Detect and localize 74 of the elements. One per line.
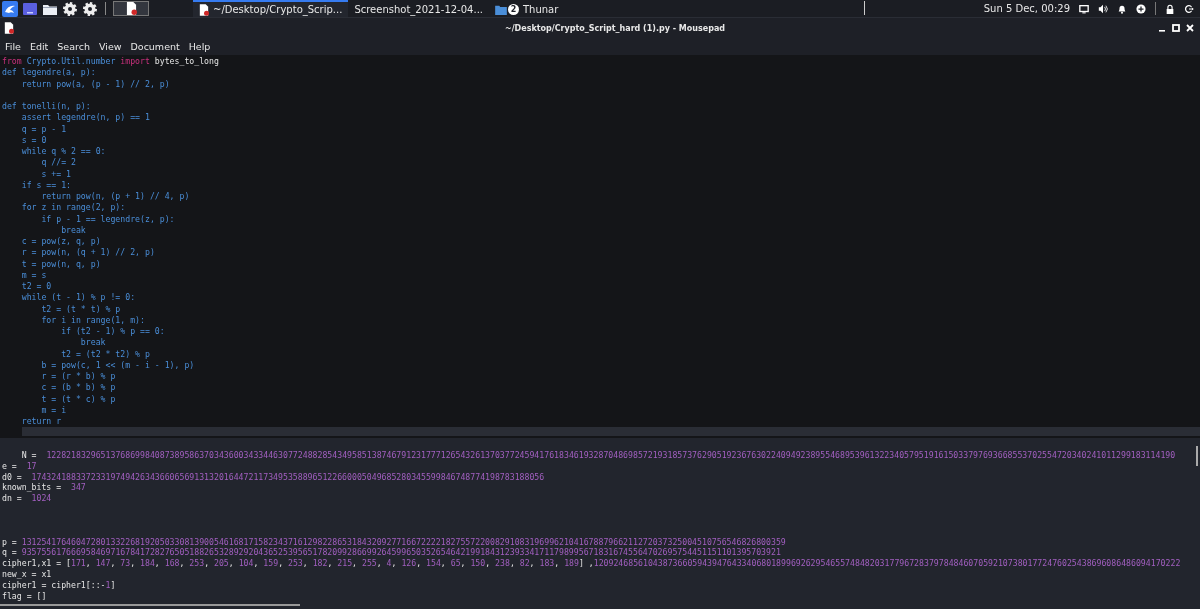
- code-line: c = (b * b) % p: [40, 382, 117, 394]
- code-line: def tonelli(n, p):: [1, 101, 92, 113]
- code-line: t2 = (t2 * t2) % p: [60, 348, 151, 360]
- menu-item[interactable]: Document: [130, 40, 180, 52]
- code-line: for z in range(2, p):: [20, 202, 127, 214]
- code-line: e = 17: [1, 460, 38, 472]
- code-line: def legendre(a, p):: [1, 67, 97, 79]
- bell-icon[interactable]: [1117, 3, 1127, 14]
- folder-icon: [495, 4, 507, 15]
- code-line: break: [60, 224, 87, 236]
- code-line: t = pow(n, q, p): [20, 258, 102, 270]
- display-icon[interactable]: [1079, 3, 1089, 14]
- menu-item[interactable]: File: [5, 40, 21, 52]
- code-line: r = pow(n, (q + 1) // 2, p): [20, 247, 156, 259]
- window-title: ~/Desktop/Crypto_Script_hard (1).py - Mousepad: [504, 23, 726, 33]
- code-line: return r: [20, 416, 63, 428]
- code-line: q = p - 1: [20, 123, 68, 135]
- code-line: cipher1 = cipher1[::-1]: [1, 579, 117, 591]
- code-line: if p - 1 == legendre(z, p):: [40, 213, 176, 225]
- document-icon: [4, 22, 14, 34]
- code-line: return pow(n, (p + 1) // 4, p): [40, 191, 191, 203]
- desktop-icon[interactable]: [22, 0, 38, 17]
- code-line: m = i: [40, 404, 68, 416]
- document-icon: [125, 2, 137, 15]
- code-line: if s == 1:: [20, 179, 72, 191]
- code-line: for i in range(1, m):: [40, 314, 146, 326]
- logout-icon[interactable]: [1184, 3, 1194, 14]
- code-line: from Crypto.Util.number import bytes_to_long: [1, 56, 220, 68]
- taskbar-item[interactable]: ~/Desktop/Crypto_Scrip...: [193, 0, 349, 17]
- count-badge: 2: [508, 4, 519, 15]
- code-line: break: [79, 337, 107, 349]
- code-line: cipher1,x1 = [171, 147, 73, 184, 168, 253, 205, 104, 159, 253, 182, 215, 255, 4, 126, 154, 65, 150, 238, 82, 183, 189] ,12092468561043873660594394764334068018996926295465574848203177967283797848460705921073801772476025438696086486094170222: [1, 558, 1182, 570]
- close-icon[interactable]: [1186, 24, 1194, 32]
- code-line: b = pow(c, 1 << (m - i - 1), p): [40, 359, 196, 371]
- code-line: new_x = x1: [1, 569, 53, 580]
- code-line: while q % 2 == 0:: [20, 146, 107, 158]
- code-line: t2 = (t * t) % p: [40, 303, 122, 315]
- code-line: s = 0: [20, 134, 48, 146]
- dragon-icon[interactable]: [2, 0, 18, 17]
- code-line: m = s: [20, 269, 48, 281]
- code-line: d0 = 17432418833723319749426343660656913132016447211734953588965122660005049685280345599846748774198783188056: [1, 471, 546, 483]
- speaker-icon[interactable]: [1098, 3, 1108, 14]
- code-line: t2 = 0: [20, 281, 53, 293]
- code-line: p = 13125417646047280133226819205033081390054616817158234371612982286531843209277166722221827557220082910831969962104167887966211272037325004510756546826800359: [1, 536, 787, 548]
- scrollbar[interactable]: [1196, 446, 1198, 466]
- plus-circle-icon[interactable]: [1136, 3, 1146, 14]
- clock[interactable]: Sun 5 Dec, 00:29: [983, 3, 1070, 14]
- code-line: assert legendre(n, p) == 1: [20, 112, 151, 124]
- gear-icon[interactable]: [82, 0, 98, 17]
- code-line: known_bits = 347: [1, 482, 87, 494]
- menu-item[interactable]: Help: [188, 40, 211, 52]
- taskbar-item[interactable]: Screenshot_2021-12-04...: [348, 0, 489, 17]
- menu-item[interactable]: Edit: [29, 40, 49, 52]
- code-line: q //= 2: [40, 157, 77, 169]
- code-line: r = (r * b) % p: [40, 371, 117, 383]
- code-line: flag = []: [1, 590, 48, 602]
- code-line: t = (t * c) % p: [40, 393, 117, 405]
- scrollbar[interactable]: [0, 604, 300, 606]
- code-line: return pow(a, (p - 1) // 2, p): [20, 78, 171, 90]
- menu-item[interactable]: Search: [57, 40, 90, 52]
- menu-item[interactable]: View: [98, 40, 122, 52]
- code-line: dn = 1024: [1, 493, 53, 505]
- code-line: q = 9357556176669584697167841728276505188265328929204365253956517820992866992645996503526546421991843123933417117989956718316745564702695754451151101395703921: [1, 547, 782, 559]
- code-line: c = pow(z, q, p): [20, 236, 102, 248]
- gear-icon[interactable]: [62, 0, 78, 17]
- window-button[interactable]: [113, 1, 149, 16]
- code-line: N = 1228218329651376869984087389586370343600343344630772488285434958513874679123177712654326137037724594176183461932870486985721931857376290519236763022409492389554689539613223405795191615033797693668553702554720340241011299183114190: [20, 449, 1177, 461]
- taskbar-item[interactable]: 2 Thunar: [489, 0, 565, 17]
- maximize-icon[interactable]: [1172, 24, 1180, 32]
- code-line: s += 1: [40, 168, 72, 180]
- code-line: while (t - 1) % p != 0:: [20, 292, 137, 304]
- code-line: if (t2 - 1) % p == 0:: [60, 326, 166, 338]
- document-icon: [199, 3, 209, 16]
- lock-icon[interactable]: [1165, 3, 1175, 14]
